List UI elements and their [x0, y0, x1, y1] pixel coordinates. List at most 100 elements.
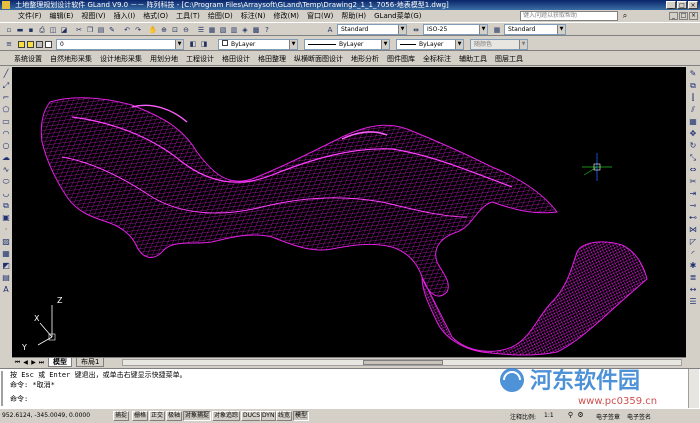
polygon-icon[interactable]: ⬠	[1, 105, 11, 115]
point-icon[interactable]: ·	[1, 225, 11, 235]
toggle-lineweight[interactable]: 线宽	[276, 411, 293, 421]
menu-modify[interactable]: 修改(M)	[269, 11, 303, 21]
tab-next-icon[interactable]: ▶	[30, 359, 37, 366]
scrollbar-thumb[interactable]	[363, 360, 443, 365]
match-properties-icon[interactable]: ✎	[107, 25, 117, 35]
align-icon[interactable]: ≣	[688, 273, 698, 283]
annotation-visibility-icon[interactable]: ⚲	[566, 411, 575, 420]
make-current-layer-icon[interactable]: ◧	[188, 39, 198, 49]
close-button[interactable]: ×	[688, 1, 698, 9]
tab-model[interactable]: 模型	[48, 358, 72, 367]
layer-previous-icon[interactable]: ◨	[199, 39, 209, 49]
zoom-previous-icon[interactable]: ⊖	[181, 25, 191, 35]
menu-edit[interactable]: 编辑(E)	[46, 11, 78, 21]
copy-icon[interactable]: ❐	[85, 25, 95, 35]
help-search-input[interactable]: 键入问题以获取帮助	[520, 11, 618, 21]
e-sign-label[interactable]: 电子签名	[627, 412, 651, 421]
fillet-icon[interactable]: ◜	[688, 249, 698, 259]
break-icon[interactable]: ⊷	[688, 213, 698, 223]
polyline-icon[interactable]: ⌐	[1, 93, 11, 103]
toggle-osnap[interactable]: 对象捕捉	[183, 411, 212, 421]
help-icon[interactable]: ?	[262, 25, 272, 35]
menu-gland[interactable]: GLand菜单(G)	[370, 11, 425, 21]
drawing-canvas[interactable]: Z X Y	[12, 67, 686, 357]
mirror-icon[interactable]: ⫿	[688, 93, 698, 103]
gradient-icon[interactable]: ▦	[1, 249, 11, 259]
copy-object-icon[interactable]: ⧉	[688, 81, 698, 91]
annotation-scale-value[interactable]: 1:1	[544, 412, 554, 419]
array-icon[interactable]: ▦	[688, 117, 698, 127]
make-block-icon[interactable]: ▣	[1, 213, 11, 223]
toggle-grid[interactable]: 栅格	[132, 411, 149, 421]
offset-icon[interactable]: ⫽	[688, 105, 698, 115]
plot-style-select[interactable]: 随颜色 ▼	[470, 39, 528, 50]
insert-block-icon[interactable]: ⧉	[1, 201, 11, 211]
layer-manager-icon[interactable]: ≡	[4, 39, 14, 49]
gland-menu-system-settings[interactable]: 系统设置	[10, 54, 46, 64]
tab-last-icon[interactable]: ⏭	[38, 359, 45, 366]
e-seal-label[interactable]: 电子签章	[596, 412, 620, 421]
maximize-button[interactable]: □	[677, 1, 687, 9]
doc-restore-button[interactable]: □	[679, 12, 688, 20]
drag-handle[interactable]	[1, 371, 7, 406]
toggle-otrack[interactable]: 对象追踪	[212, 411, 241, 421]
lineweight-select[interactable]: ByLayer ▼	[396, 39, 464, 50]
doc-close-button[interactable]: ×	[689, 12, 698, 20]
tool-palettes-icon[interactable]: ▧	[218, 25, 228, 35]
auto-scale-icon[interactable]: ⚙	[576, 411, 585, 420]
chamfer-icon[interactable]: ◸	[688, 237, 698, 247]
explode-icon[interactable]: ✱	[688, 261, 698, 271]
command-prompt[interactable]: 命令:	[10, 395, 28, 404]
move-icon[interactable]: ✥	[688, 129, 698, 139]
menu-insert[interactable]: 插入(I)	[110, 11, 140, 21]
table-icon[interactable]: ▤	[1, 273, 11, 283]
properties-icon[interactable]: ☰	[196, 25, 206, 35]
construction-line-icon[interactable]: ⤢	[1, 81, 11, 91]
region-icon[interactable]: ◩	[1, 261, 11, 271]
revision-cloud-icon[interactable]: ☁	[1, 153, 11, 163]
spline-icon[interactable]: ∿	[1, 165, 11, 175]
gland-menu-aux-tools[interactable]: 辅助工具	[455, 54, 491, 64]
lengthen-icon[interactable]: ↔	[688, 285, 698, 295]
toggle-ortho[interactable]: 正交	[149, 411, 166, 421]
properties-edit-icon[interactable]: ☰	[688, 297, 698, 307]
sheet-set-icon[interactable]: ▥	[229, 25, 239, 35]
gland-menu-design-terrain[interactable]: 设计地形采集	[96, 54, 146, 64]
search-icon[interactable]: ⌕	[620, 11, 630, 21]
menu-dimension[interactable]: 标注(N)	[237, 11, 270, 21]
layer-select[interactable]: 0 ▼	[56, 39, 184, 50]
menu-file[interactable]: 文件(F)	[14, 11, 46, 21]
save-icon[interactable]: ▪	[26, 25, 36, 35]
zoom-window-icon[interactable]: ⊡	[170, 25, 180, 35]
hatch-icon[interactable]: ▨	[1, 237, 11, 247]
join-icon[interactable]: ⋈	[688, 225, 698, 235]
table-style-select[interactable]: Standard ▼	[504, 24, 566, 35]
calculator-icon[interactable]: ▩	[251, 25, 261, 35]
new-file-icon[interactable]: ▫	[4, 25, 14, 35]
gland-menu-annotation[interactable]: 全标标注	[419, 54, 455, 64]
toggle-ducs[interactable]: DUCS	[241, 411, 263, 421]
rectangle-icon[interactable]: ▭	[1, 117, 11, 127]
tab-prev-icon[interactable]: ◀	[22, 359, 29, 366]
open-folder-icon[interactable]: ▬	[15, 25, 25, 35]
menu-format[interactable]: 格式(O)	[139, 11, 172, 21]
design-center-icon[interactable]: ▦	[207, 25, 217, 35]
gland-menu-natural-terrain[interactable]: 自然地形采集	[46, 54, 96, 64]
menu-tools[interactable]: 工具(T)	[172, 11, 204, 21]
line-icon[interactable]: ╱	[1, 69, 11, 79]
gland-menu-layer-tools[interactable]: 图层工具	[491, 54, 527, 64]
rotate-icon[interactable]: ↻	[688, 141, 698, 151]
minimize-button[interactable]: _	[666, 1, 676, 9]
menu-help[interactable]: 帮助(H)	[337, 11, 370, 21]
dim-style-select[interactable]: ISO-25 ▼	[423, 24, 488, 35]
linetype-select[interactable]: ByLayer ▼	[304, 39, 390, 50]
menu-view[interactable]: 视图(V)	[77, 11, 109, 21]
cut-icon[interactable]: ✂	[74, 25, 84, 35]
toggle-snap[interactable]: 捕捉	[113, 411, 130, 421]
stretch-icon[interactable]: ⇔	[688, 165, 698, 175]
gland-menu-engineering-design[interactable]: 工程设计	[182, 54, 218, 64]
markup-icon[interactable]: ◈	[240, 25, 250, 35]
break-point-icon[interactable]: ⊸	[688, 201, 698, 211]
gland-menu-land-division[interactable]: 用划分地	[146, 54, 182, 64]
print-preview-icon[interactable]: ◫	[48, 25, 58, 35]
